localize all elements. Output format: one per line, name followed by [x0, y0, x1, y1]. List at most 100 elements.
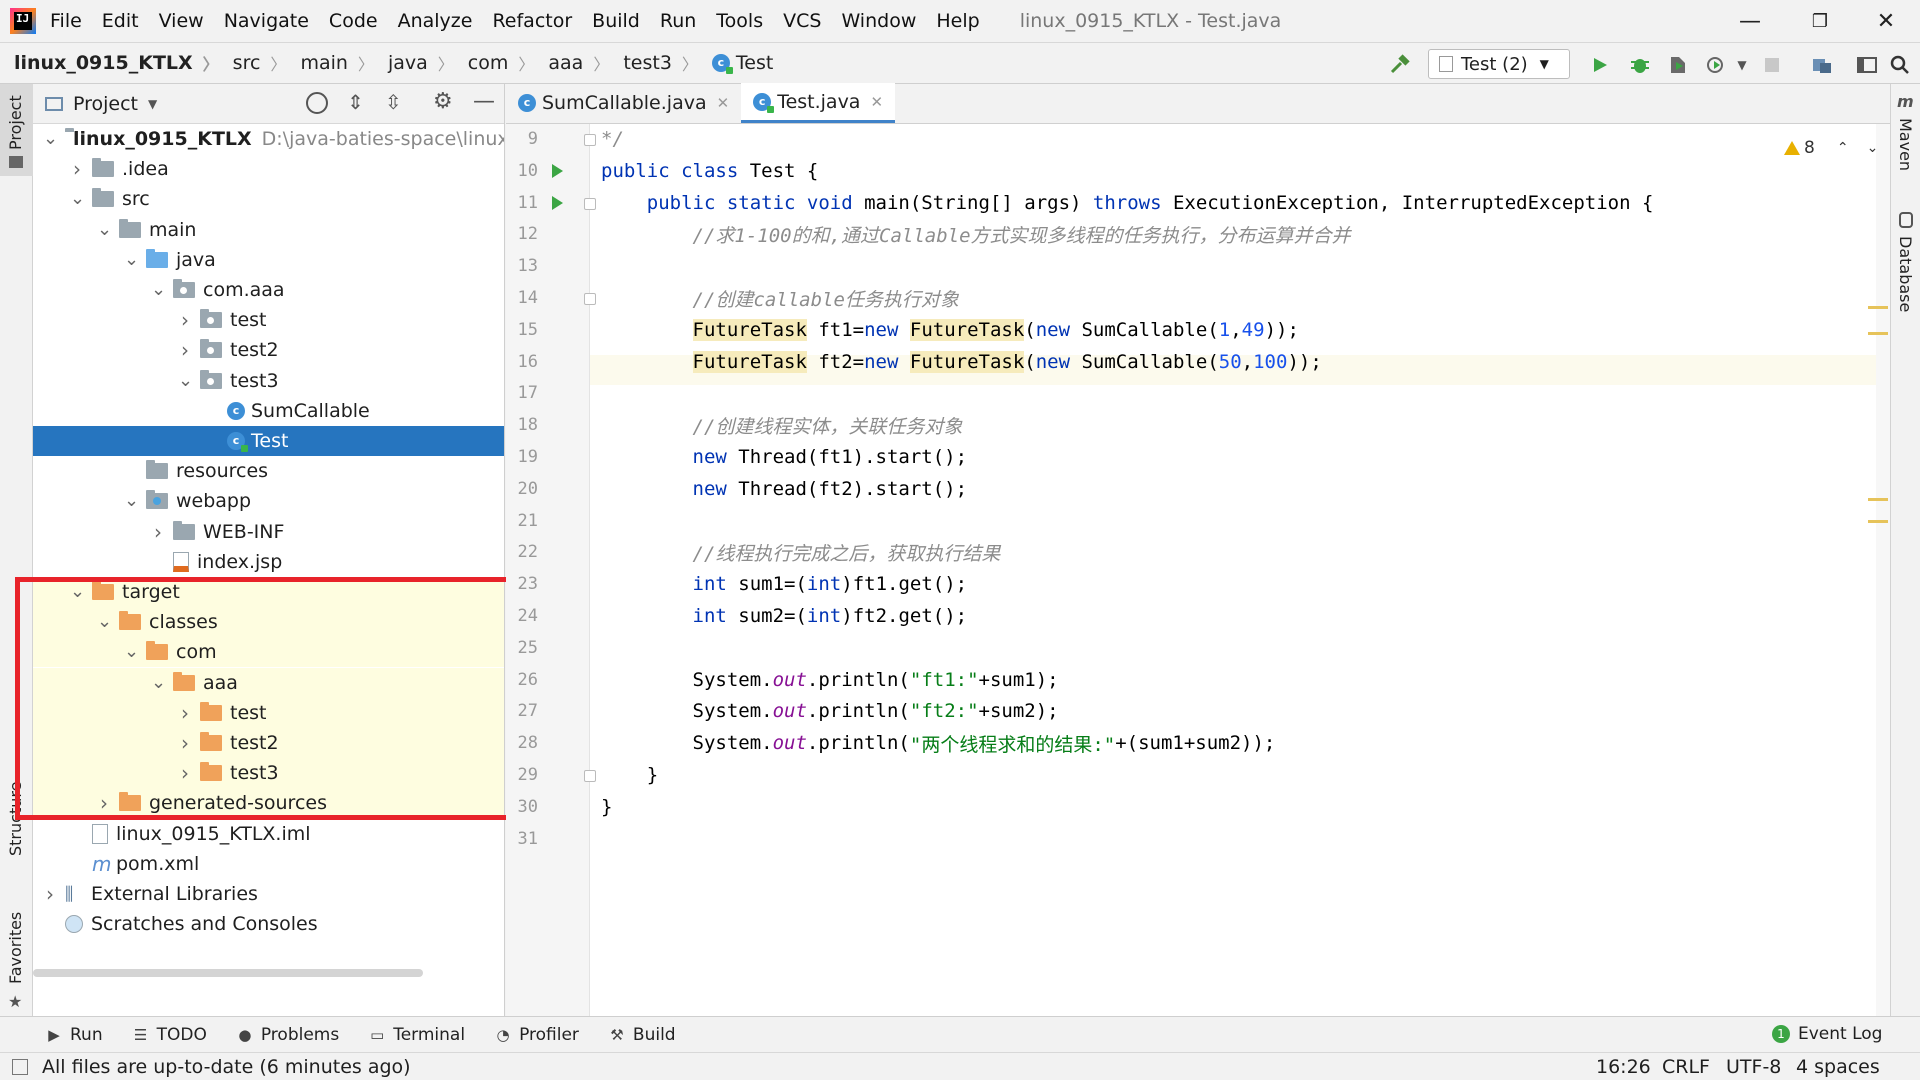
expand-all-icon[interactable]: ⇕ — [347, 90, 364, 114]
breadcrumb-item[interactable]: test3 〉 — [623, 51, 698, 75]
tree-node[interactable]: ⌄ main — [33, 215, 504, 245]
close-tab-icon[interactable]: ✕ — [870, 93, 883, 111]
breadcrumb-item[interactable]: src 〉 — [233, 51, 287, 75]
tree-node[interactable]: ⌄ linux_0915_KTLX D:\java-baties-space\lin… — [33, 124, 504, 154]
layout-icon[interactable] — [1855, 53, 1879, 77]
tree-node[interactable]: › test — [33, 305, 504, 335]
scroll-marker[interactable] — [1868, 520, 1888, 523]
tree-node[interactable]: ⌄ java — [33, 245, 504, 275]
close-button[interactable]: ✕ — [1856, 0, 1916, 42]
fold-marker-icon[interactable] — [584, 197, 596, 210]
tree-node[interactable]: › test2 — [33, 335, 504, 365]
restore-button[interactable]: ❐ — [1790, 0, 1850, 42]
inspection-widget[interactable]: 8 ⌃ ⌄ — [1784, 138, 1878, 158]
run-configuration-select[interactable]: Test (2) ▼ — [1428, 49, 1570, 79]
breadcrumb-item[interactable]: aaa 〉 — [548, 51, 609, 75]
build-hammer-icon[interactable] — [1388, 53, 1412, 77]
stop-icon[interactable] — [1760, 53, 1784, 77]
tree-node[interactable]: › ⫼ External Libraries — [33, 879, 504, 909]
project-structure-icon[interactable] — [1810, 53, 1834, 77]
fold-marker-icon[interactable] — [584, 293, 596, 305]
editor-tab[interactable]: c SumCallable.java ✕ — [506, 83, 741, 123]
profile-dropdown-icon[interactable]: ▼ — [1730, 53, 1754, 77]
tool-window-button-todo[interactable]: ☰ TODO — [133, 1025, 207, 1045]
menu-item-file[interactable]: File — [50, 10, 82, 32]
chevron-right-icon[interactable]: › — [43, 882, 57, 906]
tree-node[interactable]: c Test — [33, 426, 504, 456]
editor-scrollbar[interactable] — [1876, 124, 1890, 1016]
menu-item-analyze[interactable]: Analyze — [398, 10, 473, 32]
chevron-down-icon[interactable]: ⌄ — [124, 492, 139, 510]
editor-tab[interactable]: c Test.java ✕ — [741, 83, 896, 123]
breadcrumb-item[interactable]: main 〉 — [300, 51, 374, 75]
tree-node[interactable]: resources — [33, 456, 504, 486]
tree-node[interactable]: ⌄ test3 — [33, 366, 504, 396]
close-tab-icon[interactable]: ✕ — [717, 94, 730, 112]
breadcrumb-item[interactable]: linux_0915_KTLX 〉 — [14, 51, 219, 75]
chevron-down-icon[interactable]: ⌄ — [124, 250, 139, 268]
fold-marker-icon[interactable] — [584, 134, 596, 146]
tree-node[interactable]: m pom.xml — [33, 849, 504, 879]
chevron-down-icon[interactable]: ⌄ — [43, 130, 58, 148]
chevron-down-icon[interactable]: ▼ — [148, 97, 157, 111]
tree-node[interactable]: › .idea — [33, 154, 504, 184]
tree-node[interactable]: linux_0915_KTLX.iml — [33, 819, 504, 849]
event-log-button[interactable]: 1 Event Log — [1772, 1024, 1882, 1044]
status-toggle-icon[interactable] — [12, 1058, 28, 1075]
line-separator[interactable]: CRLF — [1662, 1056, 1710, 1078]
tree-node[interactable]: ⌄ src — [33, 184, 504, 214]
breadcrumb-item[interactable]: com 〉 — [468, 51, 535, 75]
menu-item-refactor[interactable]: Refactor — [492, 10, 572, 32]
horizontal-scrollbar[interactable] — [33, 969, 423, 977]
debug-icon[interactable] — [1628, 53, 1652, 77]
code-editor[interactable]: 9 10 11 12 13 14 15 16 17 18 19 20 21 22 23 24 25 26 27 28 2… — [506, 124, 1890, 1016]
database-tool-tab[interactable]: Database — [1891, 204, 1920, 324]
hide-panel-icon[interactable]: — — [473, 89, 495, 114]
tool-window-button-build[interactable]: ⚒ Build — [609, 1025, 675, 1045]
chevron-right-icon[interactable]: › — [178, 338, 192, 362]
menu-item-help[interactable]: Help — [936, 10, 979, 32]
favorites-tool-tab[interactable]: Favorites ★ — [0, 884, 33, 1011]
chevron-right-icon[interactable]: › — [70, 157, 84, 181]
scroll-marker[interactable] — [1868, 332, 1888, 335]
minimize-button[interactable]: — — [1720, 0, 1780, 42]
run-gutter-icon[interactable] — [552, 163, 563, 178]
profile-icon[interactable] — [1704, 53, 1728, 77]
previous-highlight-icon[interactable]: ⌃ — [1837, 140, 1849, 156]
tree-node[interactable]: index.jsp — [33, 547, 504, 577]
menu-item-window[interactable]: Window — [841, 10, 916, 32]
chevron-down-icon[interactable]: ⌄ — [178, 371, 193, 389]
menu-item-tools[interactable]: Tools — [716, 10, 763, 32]
chevron-right-icon[interactable]: › — [151, 520, 165, 544]
tool-window-button-profiler[interactable]: ◔ Profiler — [495, 1025, 579, 1045]
fold-marker-icon[interactable] — [584, 770, 596, 782]
maven-tool-tab[interactable]: m Maven — [1891, 84, 1920, 174]
caret-position[interactable]: 16:26 — [1596, 1056, 1651, 1078]
project-panel-title[interactable]: Project — [73, 93, 138, 115]
chevron-down-icon[interactable]: ⌄ — [151, 281, 166, 299]
tree-node[interactable]: Scratches and Consoles — [33, 909, 504, 939]
chevron-right-icon[interactable]: › — [178, 308, 192, 332]
scroll-marker[interactable] — [1868, 306, 1888, 309]
tool-window-button-terminal[interactable]: ▭ Terminal — [369, 1025, 465, 1045]
coverage-icon[interactable] — [1666, 53, 1690, 77]
breadcrumb-item[interactable]: java 〉 — [388, 51, 454, 75]
run-icon[interactable] — [1588, 53, 1612, 77]
gear-icon[interactable]: ⚙ — [433, 89, 453, 114]
tree-node[interactable]: ⌄ com.aaa — [33, 275, 504, 305]
breadcrumb-item[interactable]: c Test — [711, 52, 773, 74]
indent-setting[interactable]: 4 spaces — [1796, 1056, 1880, 1078]
chevron-down-icon[interactable]: ⌄ — [97, 220, 112, 238]
project-tool-tab[interactable]: Project — [0, 84, 33, 176]
file-encoding[interactable]: UTF-8 — [1726, 1056, 1781, 1078]
tree-node[interactable]: ⌄ webapp — [33, 486, 504, 516]
tool-window-button-run[interactable]: ▶ Run — [46, 1025, 102, 1045]
collapse-all-icon[interactable]: ⇳ — [385, 90, 402, 114]
tree-node[interactable]: c SumCallable — [33, 396, 504, 426]
search-icon[interactable] — [1888, 53, 1912, 77]
menu-item-code[interactable]: Code — [329, 10, 378, 32]
menu-item-navigate[interactable]: Navigate — [224, 10, 309, 32]
chevron-down-icon[interactable]: ⌄ — [70, 190, 85, 208]
tree-node[interactable]: › WEB-INF — [33, 517, 504, 547]
menu-item-run[interactable]: Run — [660, 10, 696, 32]
